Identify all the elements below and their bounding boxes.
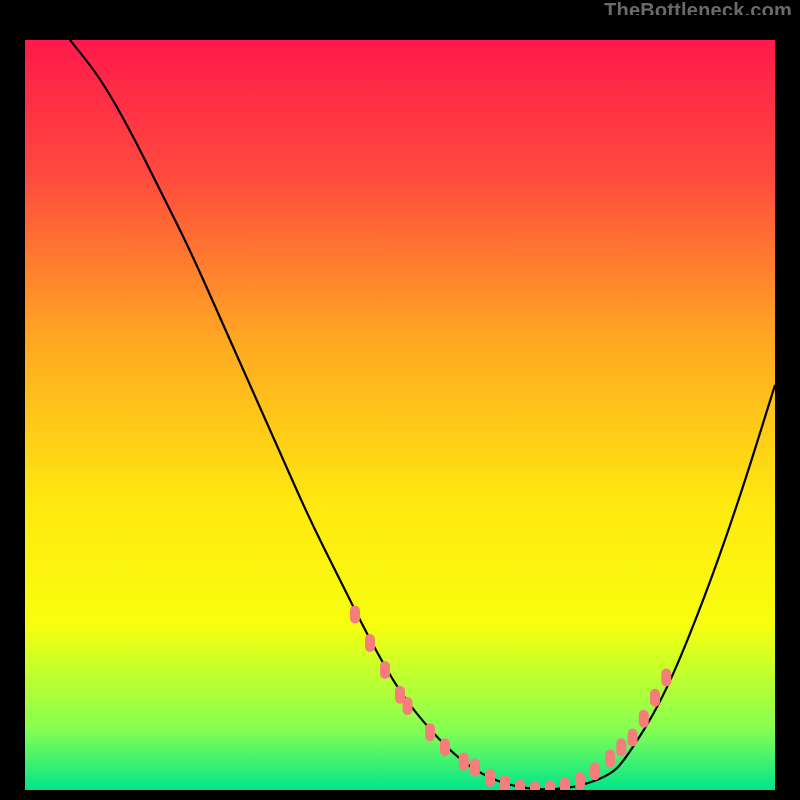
marker-point: [515, 780, 525, 791]
marker-point: [350, 606, 360, 624]
marker-point: [380, 661, 390, 679]
marker-point: [485, 769, 495, 787]
marker-point: [459, 753, 469, 771]
marker-point: [639, 710, 649, 728]
marker-point: [590, 762, 600, 780]
marker-point: [616, 738, 626, 756]
marker-point: [650, 689, 660, 707]
marker-point: [500, 775, 510, 790]
marker-point: [365, 634, 375, 652]
marker-point: [560, 777, 570, 790]
chart-plot-area: [25, 40, 775, 790]
marker-point: [661, 669, 671, 687]
marker-point: [425, 723, 435, 741]
marker-point: [628, 729, 638, 747]
marker-point: [575, 772, 585, 790]
marker-point: [440, 738, 450, 756]
marker-point: [605, 750, 615, 768]
chart-svg: [25, 40, 775, 790]
chart-frame: [0, 15, 800, 800]
marker-point: [545, 780, 555, 790]
marker-point: [470, 759, 480, 777]
marker-point: [403, 697, 413, 715]
